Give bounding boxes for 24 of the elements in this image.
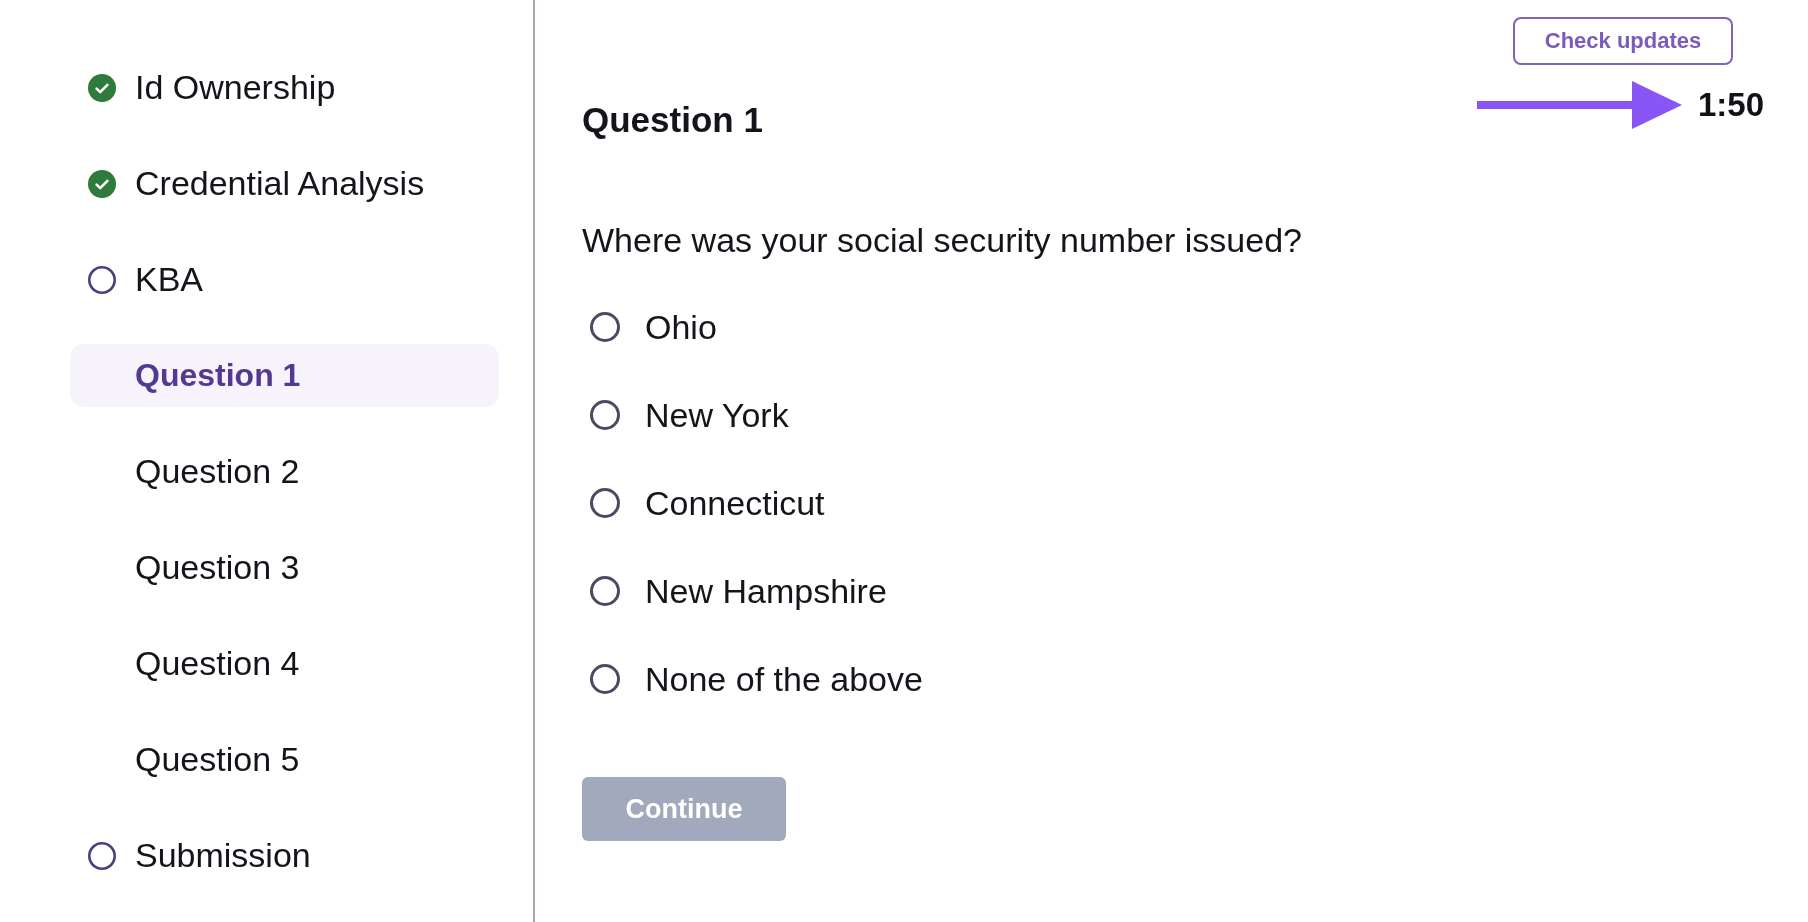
radio-button[interactable] [590,664,620,694]
sidebar-item[interactable]: Question 1 [70,344,499,407]
sidebar-item[interactable]: Question 3 [70,536,499,599]
answer-option[interactable]: Ohio [582,307,923,347]
sidebar-item[interactable]: Credential Analysis [70,152,499,215]
sidebar-item[interactable]: Id Ownership [70,56,499,119]
check-updates-button[interactable]: Check updates [1513,17,1733,65]
sidebar-item[interactable]: Question 2 [70,440,499,503]
radio-button[interactable] [590,576,620,606]
question-title: Question 1 [582,100,763,140]
sidebar-item[interactable]: Submission [70,824,499,887]
sidebar-item[interactable]: Question 5 [70,728,499,791]
right-arrow-icon [1476,81,1682,129]
answer-option[interactable]: New Hampshire [582,571,923,611]
countdown-timer: 1:50 [1697,86,1764,124]
sidebar-item[interactable]: KBA [70,248,499,311]
answer-option[interactable]: New York [582,395,923,435]
sidebar-item[interactable]: Question 4 [70,632,499,695]
radio-button[interactable] [590,400,620,430]
radio-button[interactable] [590,312,620,342]
answer-option[interactable]: Connecticut [582,483,923,523]
answer-option[interactable]: None of the above [582,659,923,699]
question-text: Where was your social security number issued? [582,220,1302,260]
radio-button[interactable] [590,488,620,518]
